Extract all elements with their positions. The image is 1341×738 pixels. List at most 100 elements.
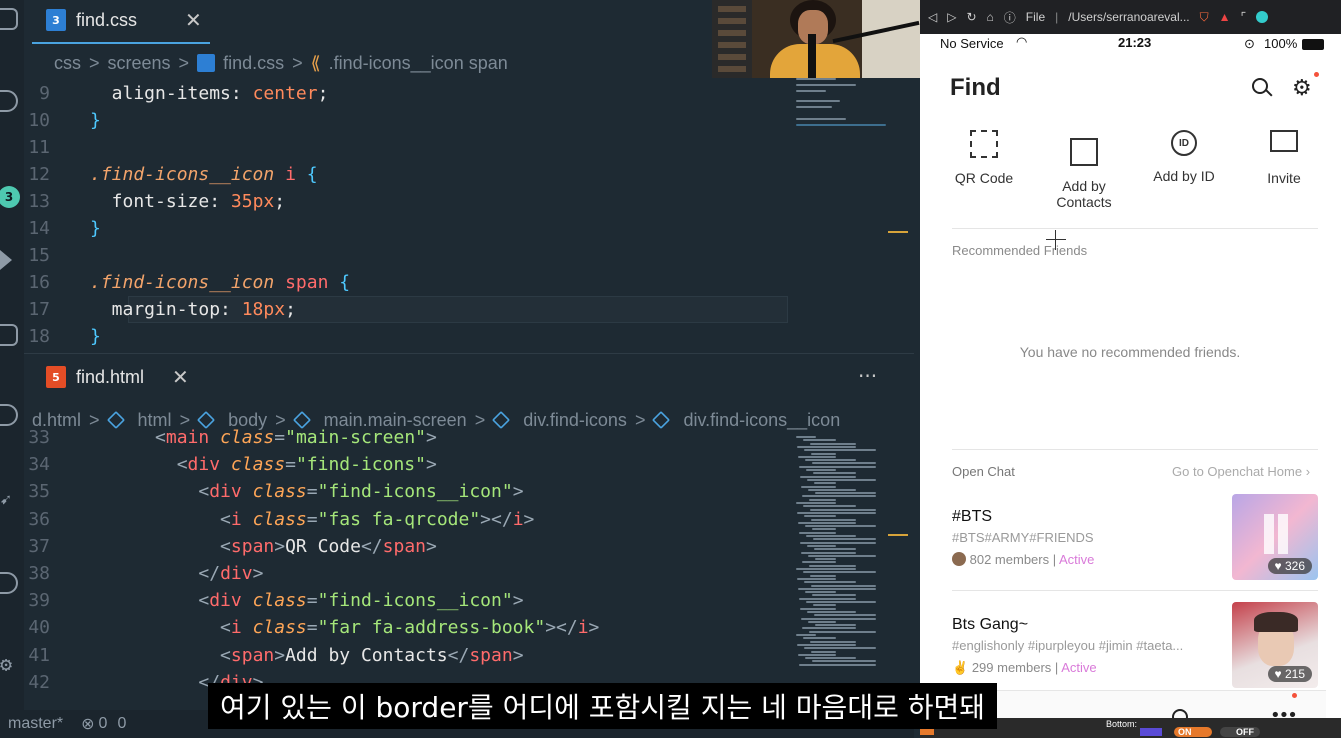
code-line[interactable]: 18} <box>24 323 101 350</box>
brave-shield-icon[interactable]: ⛉ <box>1200 10 1209 25</box>
toggle-off[interactable]: OFF <box>1220 727 1260 737</box>
crumb-screens[interactable]: screens <box>108 53 171 74</box>
minimap[interactable] <box>792 436 892 676</box>
account-icon[interactable] <box>0 572 18 594</box>
code-line[interactable]: 16 .find-icons__icon span { <box>24 269 350 296</box>
settings-gear-icon[interactable]: ⚙ <box>0 652 18 676</box>
code-line[interactable]: 34 < div class = "find-icons" > <box>24 451 437 478</box>
chat-title[interactable]: Bts Gang~ <box>952 616 1028 634</box>
code-token: .find-icons__icon <box>90 164 275 185</box>
find-icon-qr-code[interactable]: QR Code <box>936 130 1032 186</box>
code-token: i <box>230 617 242 639</box>
rewards-icon[interactable]: ▲ <box>1219 10 1231 24</box>
back-icon[interactable]: ◁ <box>928 10 937 24</box>
code-line[interactable]: 12 .find-icons__icon i { <box>24 161 317 188</box>
code-line[interactable]: 39 < div class = "find-icons__icon" > <box>24 587 523 614</box>
search-icon[interactable] <box>0 90 18 112</box>
chat-title[interactable]: #BTS <box>952 508 992 526</box>
code-line[interactable]: 38 </div > <box>24 560 263 587</box>
remote-icon[interactable] <box>0 404 18 426</box>
code-line[interactable]: 35 < div class = "find-icons__icon" > <box>24 478 523 505</box>
code-token: </ <box>198 563 221 584</box>
code-line[interactable]: 40 < i class = "far fa-address-book" ></i > <box>24 614 599 641</box>
tab-find-css[interactable]: 3 find.css ✕ <box>46 0 202 40</box>
line-number: 18 <box>28 326 50 347</box>
explorer-icon[interactable] <box>0 8 18 30</box>
line-number: 17 <box>28 299 50 320</box>
divider <box>952 449 1318 450</box>
forward-icon[interactable]: ▷ <box>947 10 956 24</box>
code-line[interactable]: 15 <box>24 242 90 269</box>
code-token: align-items: <box>90 83 253 104</box>
minimap[interactable] <box>792 76 892 136</box>
status-badge: Active <box>1061 660 1097 675</box>
code-line[interactable]: 14} <box>24 215 101 242</box>
more-actions-icon[interactable]: ··· <box>858 364 877 388</box>
extension-icon[interactable]: ⌜ <box>1241 10 1247 24</box>
code-line[interactable]: 11 <box>24 134 90 161</box>
code-token: div <box>209 590 242 612</box>
code-line[interactable]: 36 < i class = "fas fa-qrcode" ></i > <box>24 506 534 533</box>
crumb-file[interactable]: find.css <box>223 53 284 74</box>
tab-find-html[interactable]: 5 find.html ✕ <box>46 357 189 397</box>
toggle-on[interactable]: ON <box>1174 727 1212 737</box>
chat-thumbnail[interactable]: ♥ 215 <box>1232 602 1318 688</box>
code-token: ></ <box>480 508 513 530</box>
find-icon-add-by-contacts[interactable]: Add by Contacts <box>1036 138 1132 210</box>
extensions-icon[interactable] <box>0 324 18 346</box>
settings-gear-icon[interactable]: ⚙ <box>1292 76 1312 101</box>
code-token: 35px <box>230 191 275 212</box>
close-icon[interactable]: ✕ <box>172 365 189 390</box>
find-icon-add-by-id[interactable]: ID Add by ID <box>1136 130 1232 184</box>
code-token: ></ <box>545 617 578 639</box>
crumb-css[interactable]: css <box>54 53 81 74</box>
code-token: > <box>426 427 437 448</box>
code-line[interactable]: 10} <box>24 107 101 134</box>
code-line[interactable]: 37 < span > QR Code </span > <box>24 533 437 560</box>
code-line[interactable]: 17 margin-top: 18px; <box>24 296 296 323</box>
code-token: < <box>220 535 231 557</box>
code-line[interactable]: 33 < main class = "main-screen" > <box>24 424 437 451</box>
like-count: ♥ 326 <box>1267 558 1312 574</box>
code-token: = <box>306 508 318 530</box>
openchat-home-link[interactable]: Go to Openchat Home › <box>1172 464 1310 479</box>
crumb-selector[interactable]: .find-icons__icon span <box>329 53 508 74</box>
chat-thumbnail[interactable]: ♥ 326 <box>1232 494 1318 580</box>
source-control-badge: 3 <box>0 186 20 208</box>
code-line[interactable]: 41 < span > Add by Contacts </span > <box>24 642 523 669</box>
info-icon: ⓘ <box>1003 10 1016 25</box>
home-icon[interactable]: ⌂ <box>987 10 994 24</box>
cursor-crosshair <box>1046 230 1066 250</box>
reload-icon[interactable]: ↻ <box>966 10 976 24</box>
empty-state-text: You have no recommended friends. <box>1019 344 1241 360</box>
line-number: 11 <box>28 137 50 158</box>
code-token: "far fa-address-book" <box>317 617 546 639</box>
code-token: } <box>90 110 101 131</box>
run-debug-icon[interactable] <box>0 250 12 270</box>
live-share-icon[interactable]: ➹ <box>0 490 18 512</box>
code-token: = <box>306 590 318 612</box>
close-icon[interactable]: ✕ <box>185 8 202 33</box>
html-code[interactable]: 33 < main class = "main-screen" >34 < div cla… <box>24 424 804 710</box>
code-token: < <box>220 508 231 530</box>
css-code[interactable]: 9 align-items: center; 10} 11 12 .find-icons… <box>24 80 804 350</box>
wifi-icon: ◠ <box>1016 34 1028 49</box>
code-token: "find-icons__icon" <box>317 590 513 612</box>
branch-label[interactable]: master* <box>8 715 63 733</box>
profile-avatar[interactable] <box>1256 11 1269 23</box>
url-field[interactable]: /Users/serranoareval... <box>1068 10 1189 24</box>
code-token: = <box>306 617 318 639</box>
code-line[interactable]: 13 font-size: 35px; <box>24 188 285 215</box>
chevron-right-icon: > <box>89 52 100 73</box>
error-icon[interactable]: ⊗ <box>81 714 94 734</box>
find-icon-invite[interactable]: Invite <box>1236 130 1332 186</box>
code-line[interactable]: 9 align-items: center; <box>24 80 328 107</box>
